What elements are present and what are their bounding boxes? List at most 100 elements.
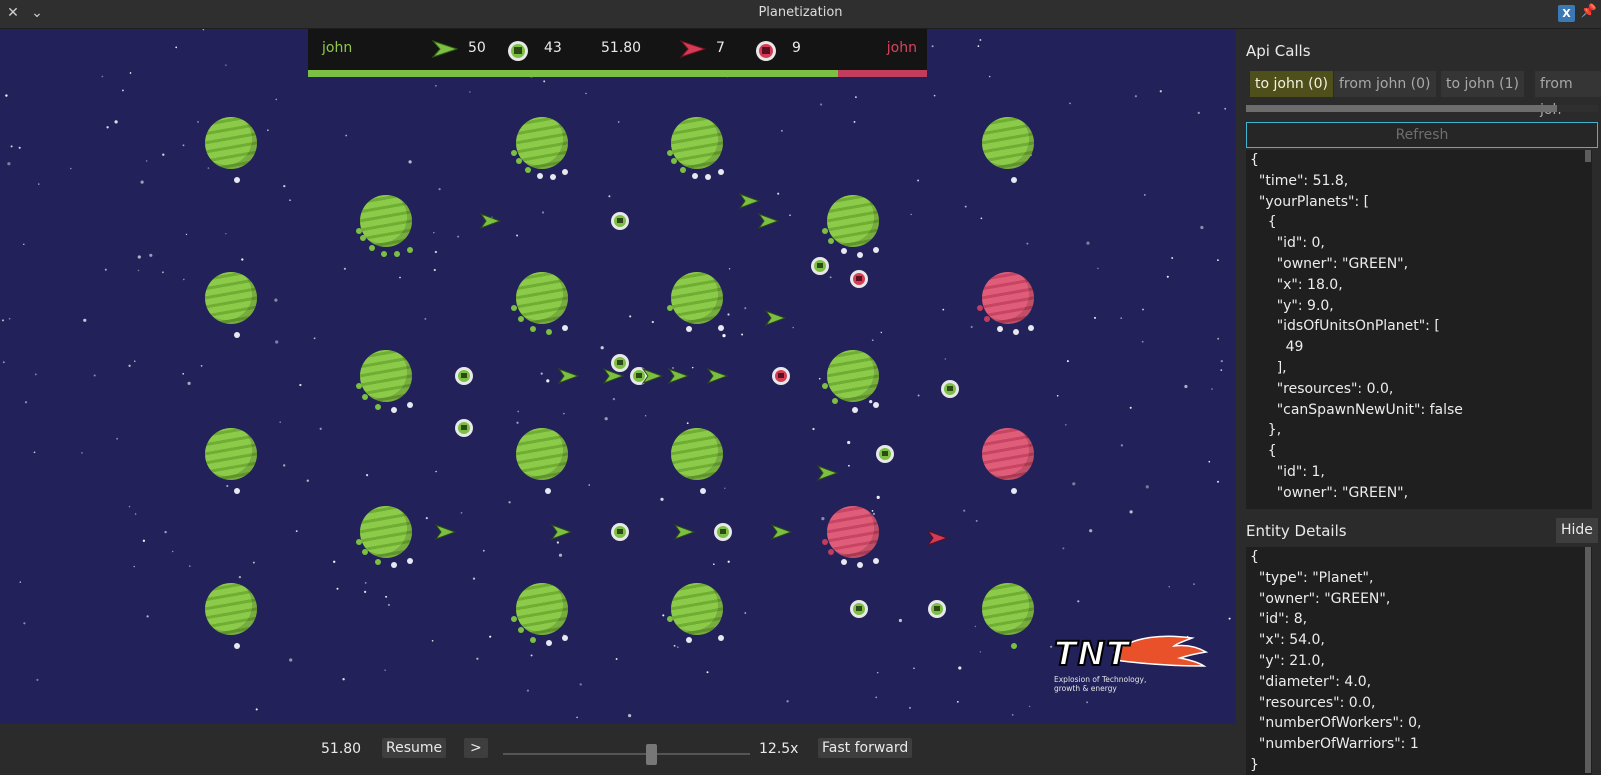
planet-green[interactable] — [205, 583, 257, 636]
planet-unit-dot — [355, 538, 362, 545]
api-calls-line: "time": 51.8, — [1250, 172, 1349, 189]
refresh-button[interactable]: Refresh — [1246, 122, 1598, 148]
planet-unit-dot — [705, 173, 712, 180]
planet-unit-dot — [515, 157, 522, 164]
red-worker-unit[interactable] — [770, 365, 792, 387]
green-worker-unit[interactable] — [874, 443, 896, 465]
planet-unit-dot — [996, 326, 1003, 333]
green-warrior-unit[interactable] — [770, 521, 793, 543]
green-worker-unit[interactable] — [809, 255, 831, 277]
planet-unit-dot — [544, 487, 551, 494]
green-worker-unit[interactable] — [848, 598, 870, 620]
planet-green[interactable] — [982, 117, 1034, 169]
red-warrior-unit[interactable] — [926, 527, 948, 549]
api-calls-line: 49 — [1250, 339, 1304, 356]
red-share-bar — [838, 70, 927, 77]
api-json-scrollbar[interactable] — [1585, 150, 1591, 162]
entity-details-line: "numberOfWorkers": 0, — [1250, 715, 1422, 732]
entity-details-json[interactable]: { "type": "Planet", "owner": "GREEN", "i… — [1246, 547, 1592, 775]
green-worker-unit[interactable] — [609, 210, 631, 232]
planet-green[interactable] — [671, 117, 724, 169]
planet-green[interactable] — [360, 505, 413, 558]
hide-button[interactable]: Hide — [1556, 518, 1598, 543]
red-worker-unit[interactable] — [848, 268, 870, 290]
planet-unit-dot — [872, 246, 879, 253]
planet-green[interactable] — [515, 117, 568, 169]
api-calls-line: { — [1250, 214, 1277, 231]
planet-unit-dot — [517, 626, 524, 633]
entity-json-scrollbar[interactable] — [1585, 547, 1591, 773]
warrior-icon — [432, 40, 458, 58]
green-warrior-unit[interactable] — [641, 365, 663, 387]
planet-green[interactable] — [360, 194, 413, 247]
api-calls-title: Api Calls — [1246, 42, 1311, 60]
playback-controls: 51.80 Resume > 12.5x Fast forward — [0, 724, 1236, 775]
planet-unit-dot — [1011, 177, 1017, 183]
tab-to-john-1[interactable]: to john (1) — [1441, 71, 1524, 97]
planet-green[interactable] — [671, 583, 724, 636]
planet-unit-dot — [234, 487, 240, 494]
entity-details-title: Entity Details — [1246, 522, 1347, 540]
planet-unit-dot — [549, 173, 556, 180]
speed-slider[interactable] — [503, 753, 750, 755]
tab-from-john-1[interactable]: from joh — [1535, 71, 1601, 118]
green-warrior-unit[interactable] — [557, 365, 579, 387]
planet-unit-dot — [562, 324, 569, 331]
planet-red[interactable] — [982, 427, 1034, 480]
game-canvas[interactable]: john 50 43 51.80 7 9 john TNT Explosion … — [0, 29, 1236, 724]
green-worker-unit[interactable] — [453, 365, 475, 387]
planet-unit-dot — [517, 315, 524, 322]
api-calls-line: ], — [1250, 359, 1287, 376]
green-warrior-unit[interactable] — [757, 210, 780, 232]
green-warrior-unit[interactable] — [434, 521, 456, 543]
step-button[interactable]: > — [464, 738, 488, 758]
planet-green[interactable] — [205, 272, 257, 325]
green-worker-unit[interactable] — [939, 378, 961, 400]
green-warrior-unit[interactable] — [673, 521, 696, 543]
enemy-worker-icon — [756, 41, 776, 61]
tab-from-john-0[interactable]: from john (0) — [1334, 71, 1436, 97]
green-warrior-unit[interactable] — [667, 365, 689, 387]
green-warrior-unit[interactable] — [764, 307, 786, 329]
right-warriors-count: 7 — [716, 40, 725, 56]
green-worker-unit[interactable] — [712, 521, 734, 543]
api-call-json[interactable]: { "time": 51.8, "yourPlanets": [ { "id":… — [1246, 150, 1592, 509]
planet-green[interactable] — [671, 427, 724, 480]
green-warrior-unit[interactable] — [550, 521, 573, 543]
window-titlebar: ✕ ⌄ Planetization X 📌 — [0, 0, 1601, 29]
speed-slider-handle[interactable] — [646, 744, 657, 765]
green-worker-unit[interactable] — [453, 417, 475, 439]
planet-red[interactable] — [826, 505, 879, 558]
planet-unit-dot — [851, 406, 858, 413]
planet-unit-dot — [1012, 329, 1019, 336]
green-warrior-unit[interactable] — [816, 462, 838, 484]
tab-to-john-0[interactable]: to john (0) — [1250, 71, 1333, 97]
green-warrior-unit[interactable] — [602, 365, 625, 387]
planet-unit-dot — [666, 150, 673, 156]
planet-green[interactable] — [205, 427, 257, 480]
planet-green[interactable] — [205, 117, 257, 169]
planet-unit-dot — [872, 557, 879, 564]
planet-unit-dot — [374, 403, 381, 410]
tnt-logo-word: TNT — [1053, 633, 1130, 674]
planet-unit-dot — [691, 172, 698, 179]
api-calls-line: "owner": "GREEN", — [1250, 484, 1409, 501]
green-worker-unit[interactable] — [609, 521, 631, 543]
planet-green[interactable] — [515, 427, 568, 480]
planet-green[interactable] — [826, 350, 879, 403]
fast-forward-button[interactable]: Fast forward — [818, 738, 913, 758]
green-warrior-unit[interactable] — [479, 210, 501, 232]
planet-unit-dot — [832, 397, 839, 404]
tabs-scrollbar[interactable] — [1246, 105, 1557, 112]
pin-icon[interactable]: 📌 — [1581, 4, 1597, 19]
api-calls-line: "idsOfUnitsOnPlanet": [ — [1250, 318, 1440, 335]
resume-button[interactable]: Resume — [382, 738, 447, 758]
planet-unit-dot — [983, 315, 990, 322]
planet-green[interactable] — [982, 583, 1034, 636]
planet-green[interactable] — [826, 194, 879, 247]
planet-green[interactable] — [515, 583, 568, 636]
planet-red[interactable] — [982, 272, 1034, 325]
left-player-name: john — [322, 40, 353, 56]
green-warrior-unit[interactable] — [706, 365, 728, 387]
green-worker-unit[interactable] — [926, 598, 948, 620]
